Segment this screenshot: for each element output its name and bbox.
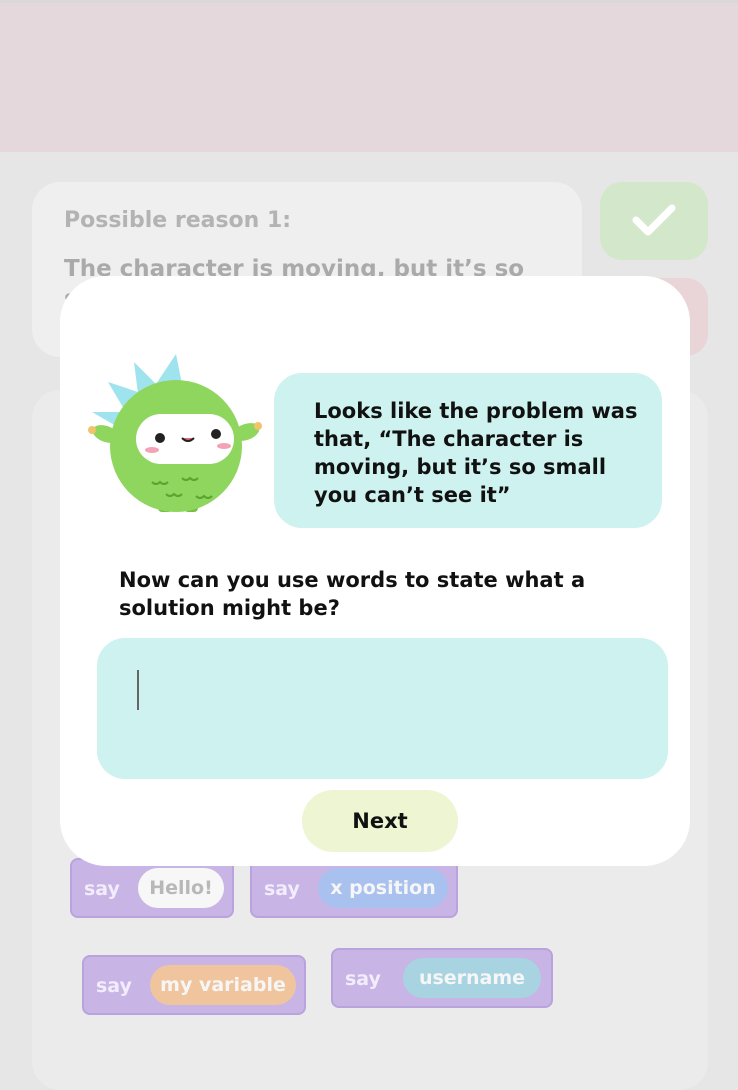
speech-bubble-text: Looks like the problem was that, “The ch… [314,399,638,507]
say-block-username[interactable]: say username [331,948,553,1008]
solution-input[interactable] [97,638,668,779]
solution-prompt: Now can you use words to state what a so… [119,568,586,620]
say-label: say [264,878,300,900]
say-label: say [345,968,381,990]
say-label: say [96,975,132,997]
mascot-speech-bubble: Looks like the problem was that, “The ch… [274,373,662,528]
text-caret [137,670,139,710]
x-position-value[interactable]: x position [318,868,448,908]
top-banner [0,0,738,152]
confirm-button[interactable] [600,182,708,260]
say-label: say [84,878,120,900]
mascot-icon [88,354,262,512]
say-block-x-position[interactable]: say x position [250,858,458,918]
username-value[interactable]: username [403,958,541,998]
reason-title: Possible reason 1: [64,208,292,233]
solution-modal: Looks like the problem was that, “The ch… [60,276,690,866]
check-icon [632,204,676,236]
next-button[interactable]: Next [302,790,458,852]
say-block-hello[interactable]: say Hello! [70,858,234,918]
say-block-my-variable[interactable]: say my variable [82,955,306,1015]
hello-value[interactable]: Hello! [138,868,224,908]
my-variable-value[interactable]: my variable [150,965,296,1005]
